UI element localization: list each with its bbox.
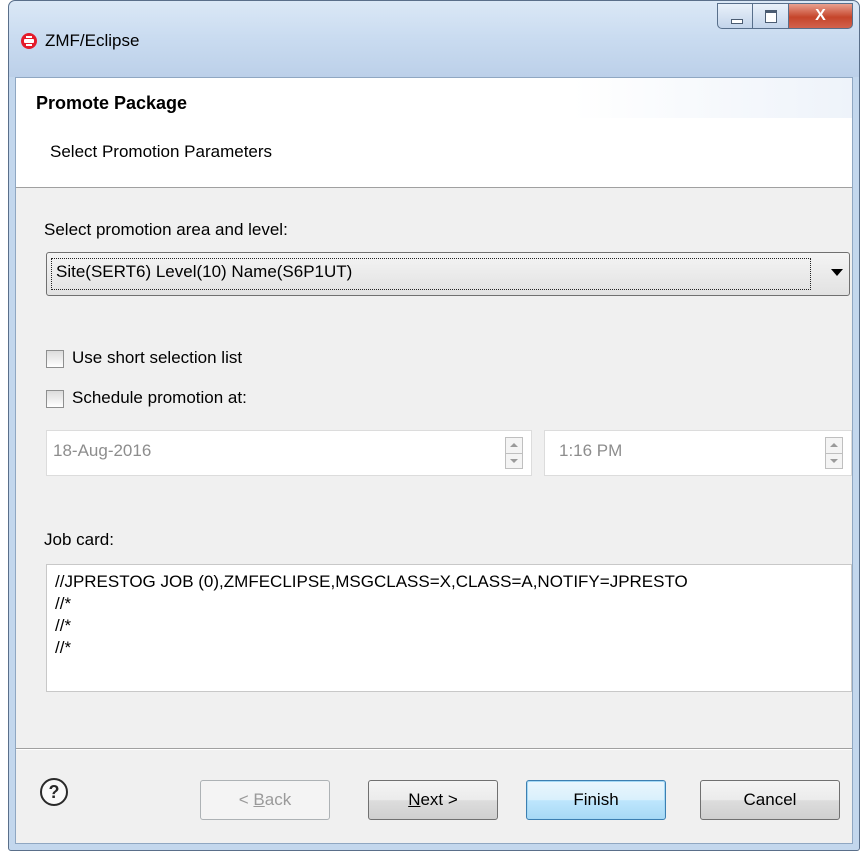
minimize-button[interactable] — [717, 3, 753, 29]
button-bar-divider — [16, 748, 852, 750]
schedule-checkbox[interactable] — [46, 390, 64, 408]
job-card-textarea[interactable]: //JPRESTOG JOB (0),ZMFECLIPSE,MSGCLASS=X… — [46, 564, 852, 692]
promotion-area-label: Select promotion area and level: — [44, 220, 288, 239]
spinner-up-icon[interactable] — [506, 438, 522, 453]
date-spinner[interactable] — [505, 437, 523, 469]
maximize-button[interactable] — [753, 3, 789, 29]
chevron-down-icon[interactable] — [831, 269, 843, 276]
short-list-checkbox[interactable] — [46, 350, 64, 368]
wizard-title: Promote Package — [36, 93, 188, 113]
schedule-date-field[interactable]: 18-Aug-2016 — [46, 430, 532, 476]
promotion-area-value: Site(SERT6) Level(10) Name(S6P1UT) — [51, 258, 811, 290]
help-icon[interactable]: ? — [40, 778, 68, 806]
promotion-area-dropdown[interactable]: Site(SERT6) Level(10) Name(S6P1UT) — [46, 252, 850, 296]
window-title: ZMF/Eclipse — [45, 31, 140, 50]
time-spinner[interactable] — [825, 437, 843, 469]
spinner-down-icon[interactable] — [506, 453, 522, 469]
finish-button[interactable]: Finish — [526, 780, 666, 820]
back-rest: ack — [264, 790, 292, 809]
back-mnemonic: B — [253, 790, 265, 809]
back-button[interactable]: < Back — [200, 780, 330, 820]
wizard-banner: Promote Package Select Promotion Paramet… — [16, 78, 852, 188]
schedule-time-field[interactable]: 1:16 PM — [544, 430, 852, 476]
job-card-label: Job card: — [44, 530, 114, 549]
next-rest: ext > — [420, 790, 458, 809]
dialog-window: ZMF/Eclipse X Promote Package Select Pro… — [8, 0, 860, 851]
caption-buttons: X — [717, 3, 853, 31]
close-button[interactable]: X — [789, 3, 853, 29]
schedule-date-value: 18-Aug-2016 — [53, 441, 152, 460]
dialog-client-area: Promote Package Select Promotion Paramet… — [15, 77, 853, 844]
cancel-button[interactable]: Cancel — [700, 780, 840, 820]
spinner-down-icon[interactable] — [826, 453, 842, 469]
title-bar[interactable]: ZMF/Eclipse X — [9, 1, 859, 77]
schedule-time-value: 1:16 PM — [559, 441, 623, 460]
short-list-label[interactable]: Use short selection list — [72, 348, 242, 368]
back-prefix: < — [238, 790, 254, 809]
next-button[interactable]: Next > — [368, 780, 498, 820]
banner-gradient — [572, 78, 852, 118]
wizard-description: Select Promotion Parameters — [50, 142, 273, 161]
schedule-label[interactable]: Schedule promotion at: — [72, 388, 247, 408]
spinner-up-icon[interactable] — [826, 438, 842, 453]
zmf-app-icon — [21, 33, 37, 49]
next-mnemonic: N — [408, 790, 421, 809]
